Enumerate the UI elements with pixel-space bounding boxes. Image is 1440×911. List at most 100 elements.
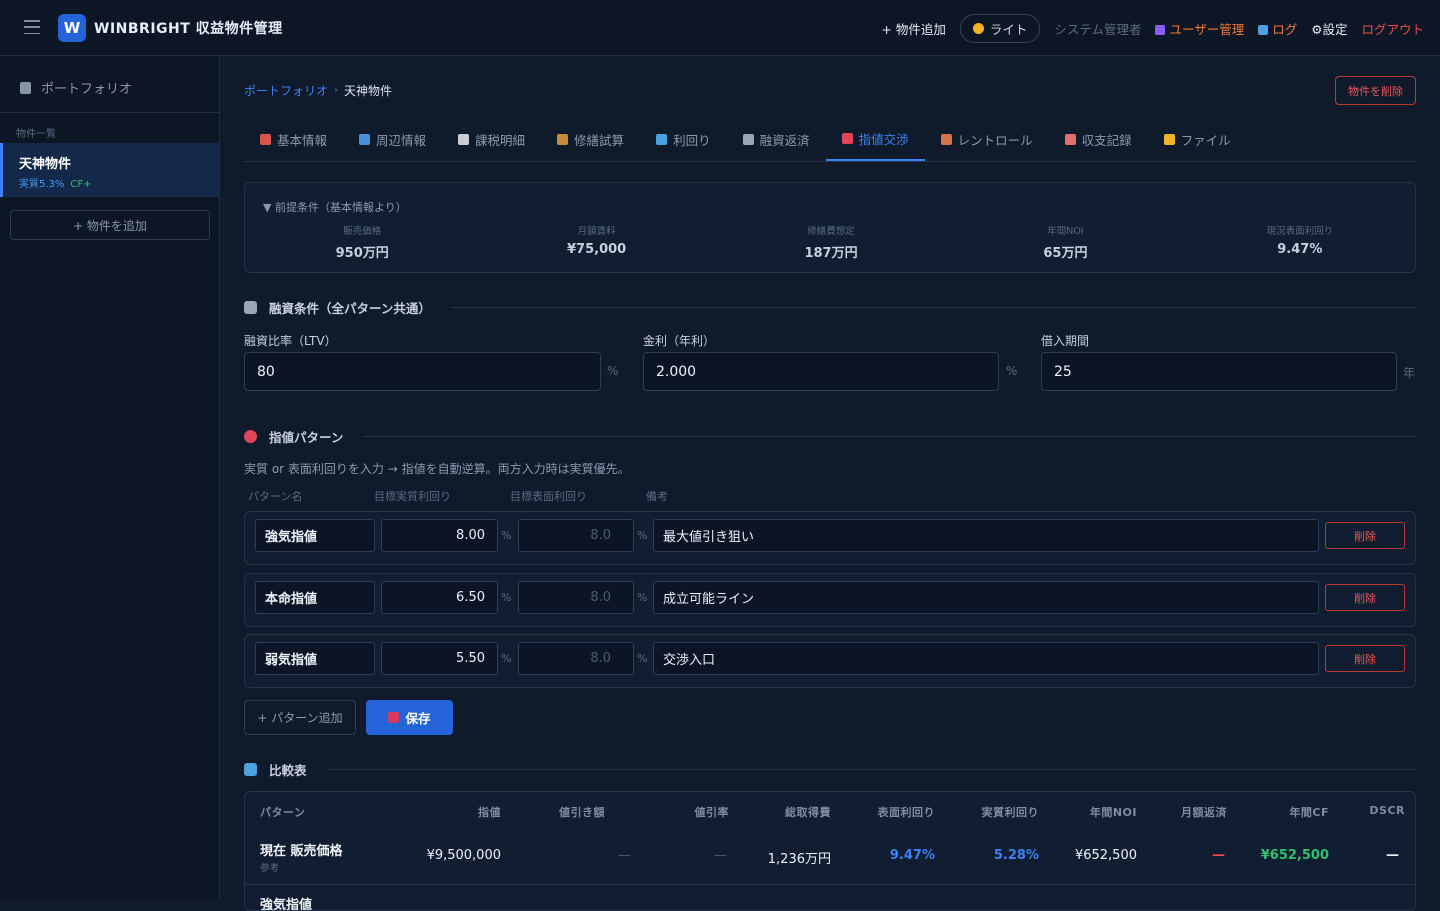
settings-link[interactable]: ⚙設定 <box>1311 19 1347 38</box>
cell-price: ¥9,500,000 <box>426 848 501 863</box>
tab-clipboard[interactable]: 基本情報 <box>244 118 343 161</box>
net-yield-input[interactable]: 8.00 <box>381 519 498 552</box>
add-pattern-button[interactable]: + パターン追加 <box>244 700 356 735</box>
save-label: 保存 <box>405 711 431 726</box>
chart-icon <box>1258 24 1269 35</box>
tab-label: 課税明細 <box>475 133 526 148</box>
tab-folder[interactable]: ファイル <box>1148 118 1247 161</box>
premise-item: 年間NOI 65万円 <box>948 223 1182 261</box>
sidebar-section-title: 物件一覧 <box>16 129 56 140</box>
th-monthly: 月額返済 <box>1181 806 1227 819</box>
tab-label: 指値交渉 <box>858 132 909 147</box>
patterns-hint: 実質 or 表面利回りを入力 → 指値を自動逆算。両方入力時は実質優先。 <box>244 462 630 476</box>
document-icon <box>458 134 470 145</box>
note-input[interactable]: 交渉入口 <box>653 642 1319 675</box>
percent-unit: % <box>501 529 512 542</box>
premise-item: 現況表面利回り 9.47% <box>1183 223 1417 261</box>
premise-panel: ▼ 前提条件（基本情報より） 販売価格 950万円 月額賃料 ¥75,000 修繕費… <box>244 182 1416 273</box>
premise-value: 187万円 <box>804 246 858 261</box>
sidebar-header[interactable]: ポートフォリオ <box>20 78 132 97</box>
compare-section-title: 比較表 <box>269 763 307 778</box>
breadcrumb-separator: › <box>334 85 339 96</box>
theme-toggle[interactable]: ライト <box>959 13 1041 43</box>
tab-label: 収支記録 <box>1081 133 1132 148</box>
net-yield-input[interactable]: 6.50 <box>381 581 498 614</box>
menu-icon[interactable] <box>24 20 40 34</box>
tab-target[interactable]: 指値交渉 <box>825 118 925 161</box>
delete-pattern-button[interactable]: 削除 <box>1325 645 1405 672</box>
delete-pattern-button[interactable]: 削除 <box>1325 522 1405 549</box>
add-property-link[interactable]: + 物件追加 <box>881 19 945 38</box>
app-title: WINBRIGHT 収益物件管理 <box>94 21 283 37</box>
gross-yield-input[interactable]: 8.0 <box>518 581 634 614</box>
ltv-unit: % <box>607 364 619 378</box>
th-cf: 年間CF <box>1289 806 1329 819</box>
cell-monthly: — <box>1212 848 1225 863</box>
tab-bar: 基本情報 周辺情報 課税明細 修繕試算 利回り 融資返済 指値交渉 レントロール 収支記録 ファイ… <box>244 118 1416 162</box>
tab-label: 融資返済 <box>759 133 810 148</box>
delete-property-button[interactable]: 物件を削除 <box>1335 76 1416 105</box>
note-input[interactable]: 最大値引き狙い <box>653 519 1319 552</box>
gross-yield-input[interactable]: 8.0 <box>518 642 634 675</box>
building-icon <box>20 81 31 94</box>
breadcrumb-current: 天神物件 <box>344 84 393 98</box>
net-yield-input[interactable]: 5.50 <box>381 642 498 675</box>
th-total: 総取得費 <box>785 806 831 819</box>
receipt-icon <box>1064 134 1076 145</box>
pattern-name-input[interactable]: 強気指値 <box>255 519 375 552</box>
pattern-name-input[interactable]: 弱気指値 <box>255 642 375 675</box>
divider <box>0 112 219 113</box>
gross-yield-input[interactable]: 8.0 <box>518 519 634 552</box>
tab-map[interactable]: 周辺情報 <box>343 118 442 161</box>
add-property-button[interactable]: + 物件を追加 <box>10 210 210 240</box>
premise-label: 販売価格 <box>343 226 382 237</box>
sidebar: ポートフォリオ 物件一覧 天神物件 実質5.3% CF+ + 物件を追加 <box>0 56 220 900</box>
user-management-link[interactable]: ユーザー管理 <box>1155 19 1244 38</box>
premise-item: 修繕費想定 187万円 <box>714 223 948 261</box>
property-summary: 実質5.3% CF+ <box>19 175 92 190</box>
th-discount: 値引き額 <box>559 806 605 819</box>
col-header-net: 目標実質利回り <box>374 490 451 503</box>
percent-unit: % <box>501 591 512 604</box>
tab-receipt[interactable]: 収支記録 <box>1049 118 1148 161</box>
pattern-name-input[interactable]: 本命指値 <box>255 581 375 614</box>
folder-icon <box>1163 134 1175 145</box>
tab-document[interactable]: 課税明細 <box>442 118 541 161</box>
th-dscr: DSCR <box>1369 804 1405 817</box>
delete-pattern-button[interactable]: 削除 <box>1325 584 1405 611</box>
row-sub: 参考 <box>260 863 280 874</box>
tab-bank[interactable]: 融資返済 <box>727 118 826 161</box>
tab-chart[interactable]: 利回り <box>640 118 727 161</box>
log-label: ログ <box>1272 21 1298 37</box>
th-net: 実質利回り <box>981 806 1039 819</box>
premise-items: 販売価格 950万円 月額賃料 ¥75,000 修繕費想定 187万円 年間NOI 65… <box>245 223 1417 261</box>
tab-house[interactable]: レントロール <box>925 118 1049 161</box>
rate-input[interactable]: 2.000 <box>643 352 999 391</box>
floppy-icon <box>388 712 400 723</box>
pattern-row: 本命指値 6.50 % 8.0 % 成立可能ライン 削除 <box>244 573 1416 627</box>
log-link[interactable]: ログ <box>1258 19 1297 38</box>
tab-hammer[interactable]: 修繕試算 <box>541 118 640 161</box>
target-icon <box>841 133 853 144</box>
sidebar-item-tenjin[interactable]: 天神物件 実質5.3% CF+ <box>0 143 219 197</box>
ltv-input[interactable]: 80 <box>244 352 601 391</box>
premise-toggle[interactable]: ▼ 前提条件（基本情報より） <box>263 199 407 215</box>
row-name: 現在 販売価格 <box>260 844 343 859</box>
save-button[interactable]: 保存 <box>366 700 453 735</box>
bank-icon <box>244 301 257 314</box>
theme-label: ライト <box>989 21 1028 37</box>
rate-label: 金利（年利） <box>643 334 716 348</box>
premise-label: 現況表面利回り <box>1266 226 1334 237</box>
th-gross: 表面利回り <box>877 806 935 819</box>
th-pattern: パターン <box>260 806 306 819</box>
note-input[interactable]: 成立可能ライン <box>653 581 1319 614</box>
term-input[interactable]: 25 <box>1041 352 1397 391</box>
tab-label: 基本情報 <box>277 133 328 148</box>
logout-link[interactable]: ログアウト <box>1361 19 1424 38</box>
tab-label: 周辺情報 <box>376 133 427 148</box>
percent-unit: % <box>501 652 512 665</box>
premise-value: 9.47% <box>1277 242 1323 257</box>
hammer-icon <box>557 134 569 145</box>
breadcrumb-portfolio[interactable]: ポートフォリオ <box>244 82 328 99</box>
premise-value: 65万円 <box>1043 246 1088 261</box>
